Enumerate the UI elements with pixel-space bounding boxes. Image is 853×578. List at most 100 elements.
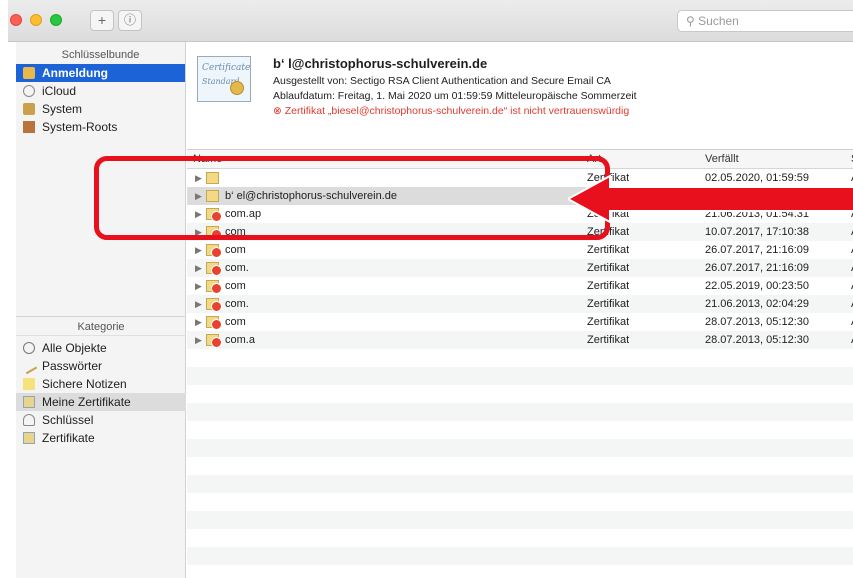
untrusted-cert-icon bbox=[206, 334, 222, 348]
empty-row bbox=[187, 457, 853, 475]
seal-icon bbox=[230, 81, 244, 95]
empty-row bbox=[187, 349, 853, 367]
category-item-label: Schlüssel bbox=[42, 413, 94, 427]
keychain-item-label: System bbox=[42, 102, 83, 116]
toolbar: + ⓘ ⚲ Suchen bbox=[8, 0, 853, 42]
info-button[interactable]: ⓘ bbox=[118, 10, 142, 31]
empty-row bbox=[187, 439, 853, 457]
cell-name: com. bbox=[225, 298, 249, 310]
cell-name: com.a bbox=[225, 334, 255, 346]
disclosure-triangle-icon[interactable]: ▶ bbox=[195, 241, 202, 259]
expiry-text: Ablaufdatum: Freitag, 1. Mai 2020 um 01:… bbox=[273, 90, 637, 102]
people-icon bbox=[23, 342, 35, 354]
certificate-detail: Certificate Standard b‘ l@christophorus-… bbox=[187, 42, 853, 150]
table-row[interactable]: ▶comZertifikat22.05.2019, 00:23:50Ar bbox=[187, 277, 853, 295]
cell-expires: 26.07.2017, 21:16:09 bbox=[705, 262, 809, 274]
category-header: Kategorie bbox=[16, 316, 186, 336]
disclosure-triangle-icon[interactable]: ▶ bbox=[195, 277, 202, 295]
untrusted-cert-icon bbox=[206, 316, 222, 330]
cell-expires: 21.06.2013, 02:04:29 bbox=[705, 298, 809, 310]
cell-type: Zertifikat bbox=[587, 334, 630, 346]
table-row[interactable]: ▶com.aZertifikat28.07.2013, 05:12:30Ar bbox=[187, 331, 853, 349]
category-item-label: Alle Objekte bbox=[42, 341, 107, 355]
empty-row bbox=[187, 403, 853, 421]
certificate-icon: Certificate Standard bbox=[197, 56, 251, 102]
category-list: Alle Objekte Passwörter Sichere Notizen Mei… bbox=[16, 339, 186, 447]
cell-name: com. bbox=[225, 262, 249, 274]
category-item-label: Meine Zertifikate bbox=[42, 395, 131, 409]
disclosure-triangle-icon[interactable]: ▶ bbox=[195, 295, 202, 313]
column-expires[interactable]: Verfällt bbox=[705, 153, 739, 165]
lock-icon bbox=[23, 103, 35, 115]
cell-name: com bbox=[225, 244, 246, 256]
warning-icon: ⊗ bbox=[273, 105, 282, 117]
category-item-label: Sichere Notizen bbox=[42, 377, 127, 391]
category-item-label: Zertifikate bbox=[42, 431, 95, 445]
cloud-icon bbox=[23, 85, 35, 97]
empty-row bbox=[187, 385, 853, 403]
keychain-item-anmeldung[interactable]: Anmeldung bbox=[16, 64, 185, 82]
disclosure-triangle-icon[interactable]: ▶ bbox=[195, 313, 202, 331]
category-item-label: Passwörter bbox=[42, 359, 103, 373]
cert-icon bbox=[23, 432, 35, 444]
highlight-box bbox=[94, 156, 610, 240]
my-cert-icon bbox=[23, 396, 35, 408]
cell-expires: 28.07.2013, 05:12:30 bbox=[705, 316, 809, 328]
pen-icon bbox=[20, 357, 38, 375]
search-input[interactable]: ⚲ Suchen bbox=[677, 10, 853, 32]
keychain-window: + ⓘ ⚲ Suchen Schlüsselbunde Anmeldung iCl… bbox=[0, 0, 853, 578]
minimize-window-button[interactable] bbox=[30, 14, 42, 26]
cell-expires: 22.05.2019, 00:23:50 bbox=[705, 280, 809, 292]
table-row[interactable]: ▶com.Zertifikat21.06.2013, 02:04:29Ar bbox=[187, 295, 853, 313]
cell-type: Zertifikat bbox=[587, 280, 630, 292]
key-icon bbox=[23, 414, 35, 426]
cell-expires: 10.07.2017, 17:10:38 bbox=[705, 226, 809, 238]
category-item[interactable]: Meine Zertifikate bbox=[16, 393, 186, 411]
keychain-item-icloud[interactable]: iCloud bbox=[16, 82, 185, 100]
close-window-button[interactable] bbox=[10, 14, 22, 26]
disclosure-triangle-icon[interactable]: ▶ bbox=[195, 331, 202, 349]
category-item[interactable]: Alle Objekte bbox=[16, 339, 186, 357]
cell-expires: 28.07.2013, 05:12:30 bbox=[705, 334, 809, 346]
cabinet-icon bbox=[23, 121, 35, 133]
keychain-item-label: iCloud bbox=[42, 84, 77, 98]
pointer-arrow-icon bbox=[568, 174, 853, 224]
table-row[interactable]: ▶com.Zertifikat26.07.2017, 21:16:09Ar bbox=[187, 259, 853, 277]
keychain-list: Anmeldung iCloud System System-Roots bbox=[16, 64, 185, 136]
untrusted-cert-icon bbox=[206, 262, 222, 276]
category-item[interactable]: Schlüssel bbox=[16, 411, 186, 429]
add-item-button[interactable]: + bbox=[90, 10, 114, 31]
keychain-item-system[interactable]: System bbox=[16, 100, 185, 118]
category-item[interactable]: Zertifikate bbox=[16, 429, 186, 447]
lock-open-icon bbox=[23, 67, 35, 79]
certificate-title: b‘ l@christophorus-schulverein.de bbox=[273, 56, 488, 71]
empty-row bbox=[187, 529, 853, 547]
table-row[interactable]: ▶comZertifikat26.07.2017, 21:16:09Ar bbox=[187, 241, 853, 259]
cell-expires: 26.07.2017, 21:16:09 bbox=[705, 244, 809, 256]
note-icon bbox=[23, 378, 35, 390]
table-row[interactable]: ▶comZertifikat28.07.2013, 05:12:30Ar bbox=[187, 313, 853, 331]
zoom-window-button[interactable] bbox=[50, 14, 62, 26]
disclosure-triangle-icon[interactable]: ▶ bbox=[195, 259, 202, 277]
issuer-text: Ausgestellt von: Sectigo RSA Client Auth… bbox=[273, 75, 611, 87]
empty-row bbox=[187, 421, 853, 439]
keychain-item-label: Anmeldung bbox=[42, 66, 108, 80]
search-icon: ⚲ bbox=[686, 14, 695, 28]
cell-type: Zertifikat bbox=[587, 298, 630, 310]
certificate-icon-text: Certificate bbox=[202, 63, 251, 73]
empty-row bbox=[187, 367, 853, 385]
keychains-header: Schlüsselbunde bbox=[61, 49, 140, 61]
keychain-item-system-roots[interactable]: System-Roots bbox=[16, 118, 185, 136]
cell-name: com bbox=[225, 280, 246, 292]
cell-type: Zertifikat bbox=[587, 244, 630, 256]
cell-type: Zertifikat bbox=[587, 316, 630, 328]
cell-type: Zertifikat bbox=[587, 262, 630, 274]
cell-name: com bbox=[225, 316, 246, 328]
keychain-item-label: System-Roots bbox=[42, 120, 118, 134]
untrusted-cert-icon bbox=[206, 244, 222, 258]
category-item[interactable]: Sichere Notizen bbox=[16, 375, 186, 393]
category-item[interactable]: Passwörter bbox=[16, 357, 186, 375]
empty-row bbox=[187, 475, 853, 493]
search-placeholder: Suchen bbox=[698, 14, 739, 28]
untrusted-cert-icon bbox=[206, 298, 222, 312]
